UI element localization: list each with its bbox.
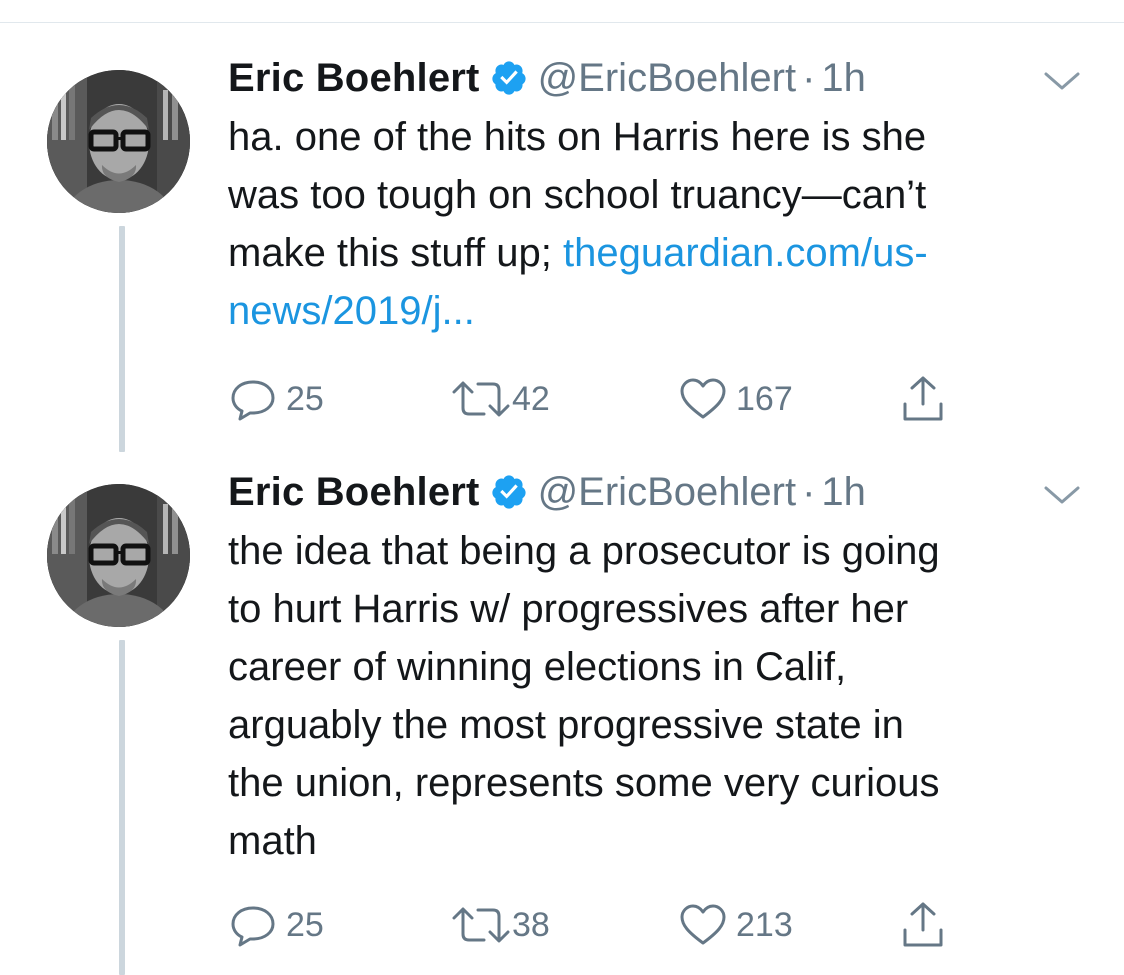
chevron-down-icon[interactable] (1040, 480, 1084, 510)
like-button[interactable]: 167 (678, 374, 793, 424)
chevron-down-icon[interactable] (1040, 66, 1084, 96)
reply-button[interactable]: 25 (228, 900, 324, 950)
share-button[interactable] (900, 900, 946, 950)
tweet-text-body: the idea that being a prosecutor is goin… (228, 529, 940, 863)
tweet-text: ha. one of the hits on Harris here is sh… (228, 108, 1088, 340)
retweet-button[interactable]: 38 (450, 900, 550, 950)
like-count: 213 (736, 905, 793, 944)
share-button[interactable] (900, 374, 946, 424)
thread-connector (119, 226, 125, 452)
author-name[interactable]: Eric Boehlert (228, 470, 480, 515)
like-icon (678, 376, 728, 422)
separator-dot: · (802, 469, 816, 514)
top-divider (0, 22, 1124, 23)
tweet-text: the idea that being a prosecutor is goin… (228, 522, 1088, 870)
share-icon (900, 900, 946, 950)
tweet-actions: 25 38 213 (228, 900, 988, 950)
like-count: 167 (736, 379, 793, 418)
tweet-header: Eric Boehlert @EricBoehlert · 1h (228, 52, 866, 104)
retweet-icon (450, 376, 512, 422)
retweet-icon (450, 902, 512, 948)
verified-badge-icon (490, 473, 528, 511)
reply-icon (228, 902, 278, 948)
author-handle[interactable]: @EricBoehlert (538, 56, 796, 101)
verified-badge-icon (490, 59, 528, 97)
author-name[interactable]: Eric Boehlert (228, 56, 480, 101)
timestamp[interactable]: 1h (821, 470, 866, 515)
avatar[interactable] (47, 484, 190, 627)
like-button[interactable]: 213 (678, 900, 793, 950)
reply-count: 25 (286, 379, 324, 418)
share-icon (900, 374, 946, 424)
author-handle[interactable]: @EricBoehlert (538, 470, 796, 515)
like-icon (678, 902, 728, 948)
reply-count: 25 (286, 905, 324, 944)
reply-icon (228, 376, 278, 422)
reply-button[interactable]: 25 (228, 374, 324, 424)
thread-connector (119, 640, 125, 975)
separator-dot: · (802, 55, 816, 100)
retweet-count: 38 (512, 905, 550, 944)
tweet-header: Eric Boehlert @EricBoehlert · 1h (228, 466, 866, 518)
timestamp[interactable]: 1h (821, 56, 866, 101)
avatar[interactable] (47, 70, 190, 213)
retweet-button[interactable]: 42 (450, 374, 550, 424)
tweet-actions: 25 42 167 (228, 374, 988, 424)
retweet-count: 42 (512, 379, 550, 418)
